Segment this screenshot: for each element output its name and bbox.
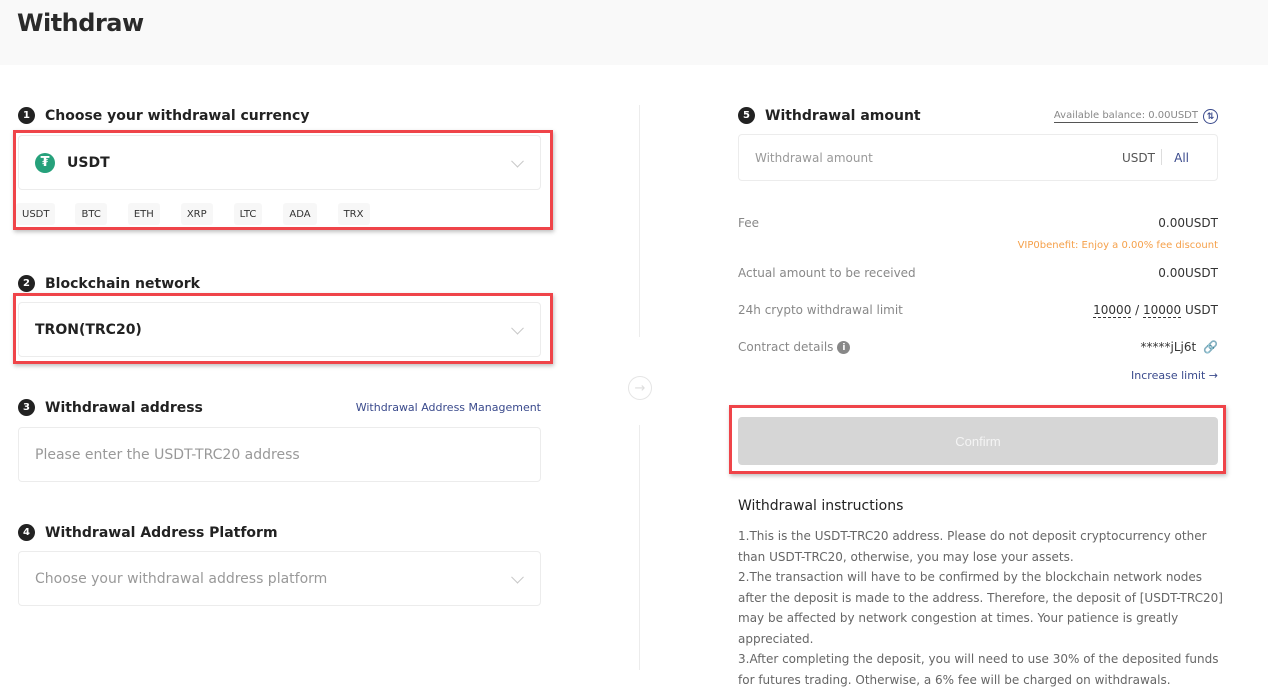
- chevron-down-icon: [511, 570, 524, 584]
- step-number-badge: 1: [18, 107, 35, 124]
- coin-tag-ltc[interactable]: LTC: [233, 203, 263, 225]
- currency-quick-picks: USDT BTC ETH XRP LTC ADA TRX: [16, 203, 386, 225]
- instruction-line: 1.This is the USDT-TRC20 address. Please…: [738, 529, 1207, 564]
- contract-details-row: Contract details i: [738, 340, 851, 354]
- page-title: Withdraw: [17, 9, 144, 37]
- step-2-heading: 2 Blockchain network: [18, 275, 200, 292]
- step-number-badge: 2: [18, 275, 35, 292]
- contract-label: Contract details: [738, 340, 834, 354]
- coin-tag-btc[interactable]: BTC: [75, 203, 107, 225]
- limit-separator: /: [1131, 303, 1144, 317]
- step-3-heading: 3 Withdrawal address: [18, 399, 203, 416]
- instructions-title: Withdrawal instructions: [738, 498, 904, 514]
- received-label: Actual amount to be received: [738, 266, 916, 280]
- info-icon[interactable]: i: [837, 341, 851, 354]
- currency-select[interactable]: ₮ USDT: [18, 135, 541, 190]
- confirm-button[interactable]: Confirm: [738, 417, 1218, 465]
- chevron-down-icon: [511, 321, 524, 335]
- instruction-line: 3.After completing the deposit, you will…: [738, 652, 1219, 687]
- limit-used: 10000: [1093, 303, 1132, 318]
- limit-value: 10000 / 10000 USDT: [1093, 303, 1218, 318]
- coin-tag-trx[interactable]: TRX: [337, 203, 370, 225]
- chevron-down-icon: [511, 154, 524, 168]
- all-button[interactable]: All: [1174, 151, 1189, 165]
- withdrawal-address-input[interactable]: Please enter the USDT-TRC20 address: [18, 427, 541, 482]
- available-balance-row: Available balance: 0.00USDT ⇅: [1053, 109, 1218, 124]
- step-4-heading: 4 Withdrawal Address Platform: [18, 524, 278, 541]
- address-placeholder: Please enter the USDT-TRC20 address: [35, 446, 300, 463]
- step-5-heading: 5 Withdrawal amount: [738, 107, 921, 124]
- contract-value: *****jLj6t: [1140, 340, 1197, 354]
- increase-limit-link[interactable]: Increase limit →: [1131, 369, 1218, 382]
- link-icon[interactable]: 🔗: [1203, 340, 1218, 354]
- column-divider-top: [639, 105, 640, 337]
- transfer-icon[interactable]: ⇅: [1203, 109, 1218, 124]
- vip-benefit-note: VIP0benefit: Enjoy a 0.00% fee discount: [1017, 240, 1218, 251]
- arrow-right-icon: →: [628, 376, 652, 400]
- limit-total: 10000: [1143, 303, 1182, 318]
- received-value: 0.00USDT: [1158, 266, 1218, 280]
- page-header: Withdraw: [0, 0, 1268, 65]
- platform-placeholder: Choose your withdrawal address platform: [35, 570, 328, 587]
- currency-selected: USDT: [67, 154, 110, 171]
- available-balance[interactable]: Available balance: 0.00USDT: [1053, 110, 1198, 123]
- amount-placeholder: Withdrawal amount: [755, 150, 873, 165]
- withdrawal-amount-input[interactable]: Withdrawal amount USDT All: [738, 134, 1218, 181]
- column-divider-bottom: [639, 425, 640, 670]
- amount-separator: [1161, 149, 1162, 165]
- step-4-label: Withdrawal Address Platform: [45, 524, 278, 541]
- step-number-badge: 4: [18, 524, 35, 541]
- step-5-label: Withdrawal amount: [765, 107, 921, 124]
- network-select[interactable]: TRON(TRC20): [18, 302, 541, 357]
- instruction-line: 2.The transaction will have to be confir…: [738, 570, 1223, 646]
- amount-unit: USDT: [1122, 150, 1155, 165]
- withdrawal-address-management-link[interactable]: Withdrawal Address Management: [356, 401, 541, 414]
- coin-tag-usdt[interactable]: USDT: [16, 203, 56, 225]
- address-platform-select[interactable]: Choose your withdrawal address platform: [18, 551, 541, 606]
- step-number-badge: 5: [738, 107, 755, 124]
- step-3-label: Withdrawal address: [45, 399, 203, 416]
- step-1-label: Choose your withdrawal currency: [45, 107, 310, 124]
- coin-tag-xrp[interactable]: XRP: [180, 203, 213, 225]
- step-2-label: Blockchain network: [45, 275, 200, 292]
- limit-unit: USDT: [1181, 303, 1218, 317]
- step-1-heading: 1 Choose your withdrawal currency: [18, 107, 309, 124]
- fee-value: 0.00USDT: [1158, 216, 1218, 230]
- step-number-badge: 3: [18, 399, 35, 416]
- instructions-body: 1.This is the USDT-TRC20 address. Please…: [738, 526, 1228, 690]
- network-selected: TRON(TRC20): [35, 321, 142, 338]
- limit-label: 24h crypto withdrawal limit: [738, 303, 903, 317]
- coin-tag-eth[interactable]: ETH: [127, 203, 160, 225]
- tether-icon: ₮: [35, 152, 55, 173]
- coin-tag-ada[interactable]: ADA: [283, 203, 317, 225]
- contract-value-row: *****jLj6t 🔗: [1141, 340, 1218, 354]
- fee-label: Fee: [738, 216, 760, 230]
